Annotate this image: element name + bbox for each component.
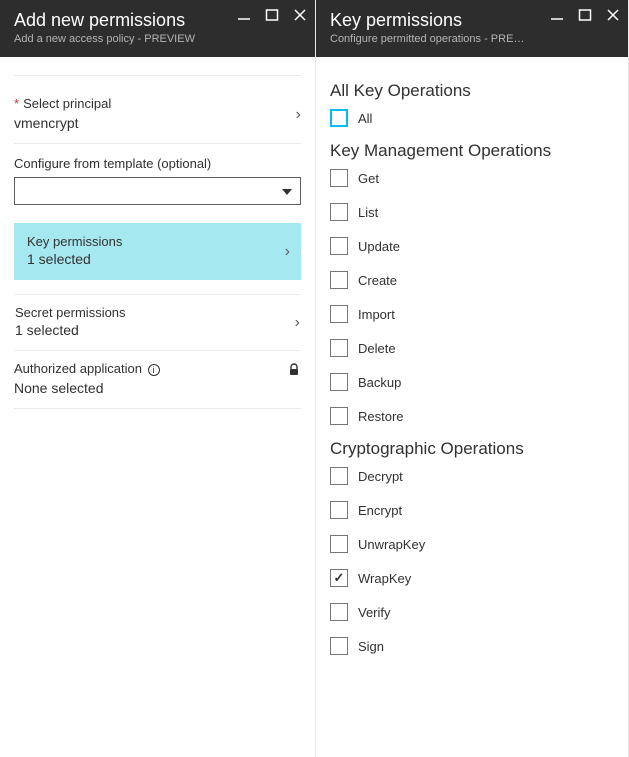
minimize-icon[interactable] bbox=[237, 8, 251, 27]
group-crypto-title: Cryptographic Operations bbox=[330, 439, 614, 459]
maximize-icon[interactable] bbox=[578, 8, 592, 27]
group-mgmt-title: Key Management Operations bbox=[330, 141, 614, 161]
select-principal-row[interactable]: *Select principal vmencrypt › bbox=[14, 86, 301, 144]
checkbox-box[interactable] bbox=[330, 339, 348, 357]
checkbox-restore[interactable]: Restore bbox=[330, 407, 614, 425]
key-permissions-row[interactable]: Key permissions 1 selected › bbox=[14, 223, 301, 280]
template-select[interactable] bbox=[14, 177, 301, 205]
chevron-right-icon: › bbox=[295, 314, 300, 332]
chevron-right-icon: › bbox=[296, 106, 301, 124]
checkbox-box[interactable] bbox=[330, 169, 348, 187]
add-permissions-panel: Add new permissions Add a new access pol… bbox=[0, 0, 316, 757]
info-icon[interactable]: i bbox=[148, 364, 160, 376]
panel-subtitle-left: Add a new access policy - PREVIEW bbox=[14, 33, 214, 45]
checkbox-get[interactable]: Get bbox=[330, 169, 614, 187]
checkbox-box[interactable] bbox=[330, 569, 348, 587]
checkbox-delete[interactable]: Delete bbox=[330, 339, 614, 357]
checkbox-box[interactable] bbox=[330, 603, 348, 621]
checkbox-encrypt[interactable]: Encrypt bbox=[330, 501, 614, 519]
checkbox-decrypt[interactable]: Decrypt bbox=[330, 467, 614, 485]
checkbox-verify[interactable]: Verify bbox=[330, 603, 614, 621]
checkbox-all[interactable]: All bbox=[330, 109, 614, 127]
checkbox-unwrapkey[interactable]: UnwrapKey bbox=[330, 535, 614, 553]
select-principal-label: Select principal bbox=[23, 96, 111, 111]
template-label: Configure from template (optional) bbox=[14, 156, 301, 171]
key-permissions-label: Key permissions bbox=[27, 234, 288, 249]
key-permissions-panel: Key permissions Configure permitted oper… bbox=[316, 0, 629, 757]
checkbox-backup[interactable]: Backup bbox=[330, 373, 614, 391]
checkbox-box[interactable] bbox=[330, 305, 348, 323]
checkbox-box-all[interactable] bbox=[330, 109, 348, 127]
checkbox-box[interactable] bbox=[330, 271, 348, 289]
checkbox-box[interactable] bbox=[330, 501, 348, 519]
checkbox-import[interactable]: Import bbox=[330, 305, 614, 323]
checkbox-create[interactable]: Create bbox=[330, 271, 614, 289]
checkbox-box[interactable] bbox=[330, 373, 348, 391]
checkbox-sign[interactable]: Sign bbox=[330, 637, 614, 655]
checkbox-box[interactable] bbox=[330, 535, 348, 553]
checkbox-box[interactable] bbox=[330, 407, 348, 425]
panel-header-right: Key permissions Configure permitted oper… bbox=[316, 0, 628, 57]
key-permissions-value: 1 selected bbox=[27, 251, 288, 267]
secret-permissions-value: 1 selected bbox=[15, 322, 300, 338]
close-icon[interactable] bbox=[293, 8, 307, 27]
maximize-icon[interactable] bbox=[265, 8, 279, 27]
checkbox-box[interactable] bbox=[330, 203, 348, 221]
secret-permissions-label: Secret permissions bbox=[15, 305, 300, 320]
checkbox-update[interactable]: Update bbox=[330, 237, 614, 255]
minimize-icon[interactable] bbox=[550, 8, 564, 27]
panel-header-left: Add new permissions Add a new access pol… bbox=[0, 0, 315, 57]
lock-icon bbox=[287, 363, 301, 380]
secret-permissions-row[interactable]: Secret permissions 1 selected › bbox=[14, 294, 301, 351]
close-icon[interactable] bbox=[606, 8, 620, 27]
checkbox-list[interactable]: List bbox=[330, 203, 614, 221]
panel-subtitle-right: Configure permitted operations - PREVI..… bbox=[330, 33, 530, 45]
authorized-application-value: None selected bbox=[14, 380, 301, 396]
checkbox-label-all: All bbox=[358, 111, 372, 126]
checkbox-box[interactable] bbox=[330, 467, 348, 485]
chevron-right-icon: › bbox=[285, 243, 290, 261]
authorized-application-row[interactable]: Authorized application i None selected bbox=[14, 351, 301, 409]
authorized-application-label: Authorized application bbox=[14, 361, 142, 376]
select-principal-value: vmencrypt bbox=[14, 115, 301, 131]
group-all-title: All Key Operations bbox=[330, 81, 614, 101]
checkbox-box[interactable] bbox=[330, 237, 348, 255]
checkbox-wrapkey[interactable]: WrapKey bbox=[330, 569, 614, 587]
checkbox-box[interactable] bbox=[330, 637, 348, 655]
